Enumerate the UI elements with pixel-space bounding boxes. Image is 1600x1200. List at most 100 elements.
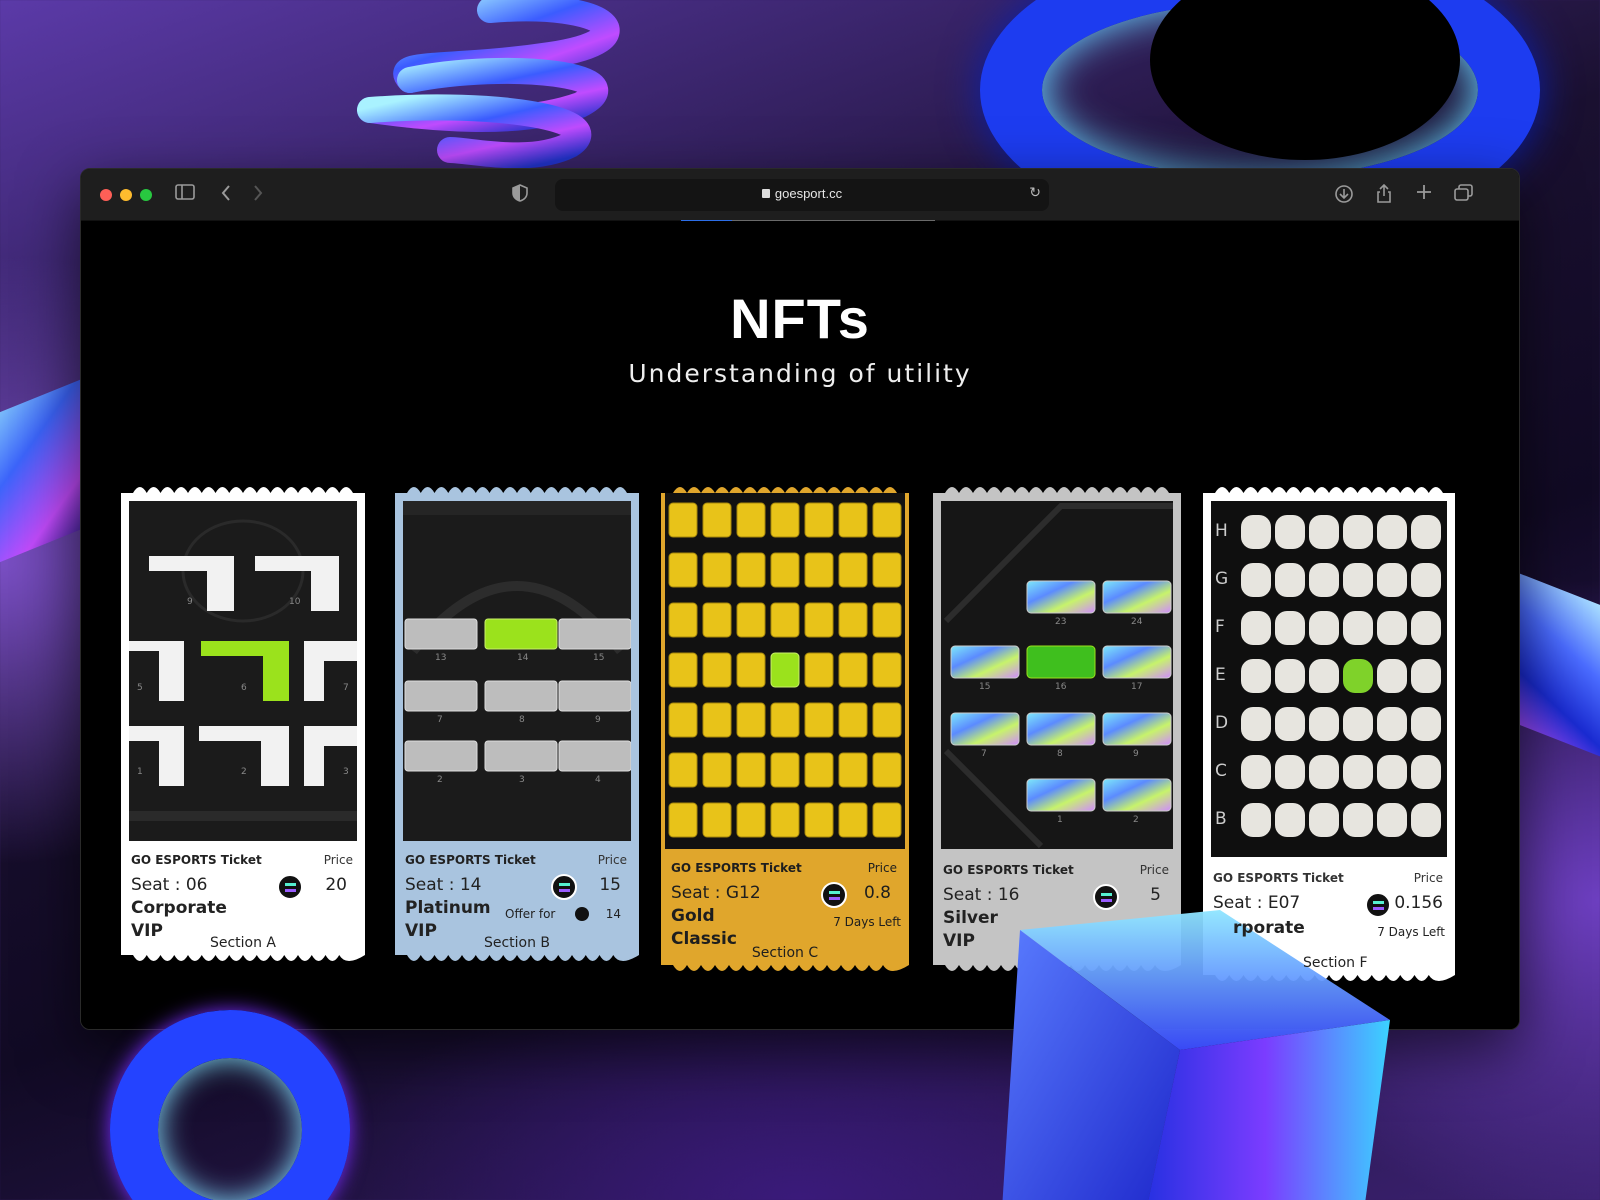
seat xyxy=(1309,563,1339,597)
price-label: Price xyxy=(1413,871,1443,885)
page-title: NFTs xyxy=(730,287,870,350)
seat xyxy=(1411,515,1441,549)
seat xyxy=(736,802,766,838)
seat-number: 2 xyxy=(241,767,247,777)
seat xyxy=(668,752,698,788)
tier-line-1: Platinum xyxy=(405,898,491,918)
row-letter: B xyxy=(1215,809,1227,829)
ticket-info: GO ESPORTS Ticket Price Seat : 14 15 Pla… xyxy=(395,847,639,955)
seat xyxy=(1309,707,1339,741)
seat xyxy=(838,752,868,788)
seat xyxy=(1377,563,1407,597)
ring-3d-decoration xyxy=(110,1010,350,1200)
tab-overview-icon[interactable] xyxy=(1453,184,1475,206)
nft-ticket-section-b[interactable]: 13 14 15 7 8 9 2 3 4 GO ESPORTS Ticket P… xyxy=(395,479,639,969)
row-letter: C xyxy=(1215,761,1227,781)
sidebar-toggle-icon[interactable] xyxy=(174,184,196,206)
address-bar[interactable]: goesport.cc ↻ xyxy=(555,179,1049,211)
ticket-title: GO ESPORTS Ticket xyxy=(131,853,262,867)
seat xyxy=(1275,611,1305,645)
page-subtitle: Understanding of utility xyxy=(628,359,972,388)
selected-seat xyxy=(770,652,800,688)
minimize-window-button[interactable] xyxy=(120,189,132,201)
seat xyxy=(770,602,800,638)
seat xyxy=(668,502,698,538)
seat xyxy=(804,602,834,638)
seat-number: 4 xyxy=(595,775,601,785)
row-letter: E xyxy=(1215,665,1226,685)
seat-number: 13 xyxy=(435,653,447,663)
ticket-title: GO ESPORTS Ticket xyxy=(671,861,802,875)
seat-number: 5 xyxy=(137,683,143,693)
seat-number: 24 xyxy=(1131,617,1143,627)
seat xyxy=(702,652,732,688)
seat-number: 3 xyxy=(343,767,349,777)
ticket-info: GO ESPORTS Ticket Price Seat : 06 20 Cor… xyxy=(121,847,365,955)
share-icon[interactable] xyxy=(1373,183,1395,206)
reload-icon[interactable]: ↻ xyxy=(1029,185,1041,201)
back-icon[interactable] xyxy=(215,184,237,206)
ticket-title: GO ESPORTS Ticket xyxy=(405,853,536,867)
seat xyxy=(872,552,902,588)
seat xyxy=(668,602,698,638)
price-label: Price xyxy=(867,861,897,875)
seat-number: 23 xyxy=(1055,617,1067,627)
seat xyxy=(872,702,902,738)
seat xyxy=(1343,611,1373,645)
ticket-info: GO ESPORTS Ticket Price Seat : E07 0.156… xyxy=(1203,863,1455,975)
nft-ticket-section-f[interactable]: H G F E D C B GO ESPORTS Ticket Price Se… xyxy=(1203,479,1455,989)
seat-number: 8 xyxy=(1057,749,1063,759)
tier-line-1: Gold xyxy=(671,906,715,926)
seat xyxy=(838,652,868,688)
offer-label: Offer for xyxy=(505,907,556,921)
seat xyxy=(1411,803,1441,837)
privacy-shield-icon[interactable] xyxy=(509,184,531,206)
seat-number: 7 xyxy=(343,683,349,693)
tier-line-1: rporate xyxy=(1233,918,1305,938)
solana-icon xyxy=(551,874,577,900)
seat xyxy=(872,802,902,838)
seat-map-graphic xyxy=(665,493,905,849)
seat xyxy=(1275,563,1305,597)
seat-map xyxy=(665,493,905,849)
seat xyxy=(804,552,834,588)
seat-label: Seat : G12 xyxy=(671,883,761,903)
section-label: Section B xyxy=(483,935,551,951)
offer-value: 14 xyxy=(605,907,621,921)
ticket-info: GO ESPORTS Ticket Price Seat : 16 5 Silv… xyxy=(933,855,1181,965)
seat-map: H G F E D C B xyxy=(1211,501,1447,857)
close-window-button[interactable] xyxy=(100,189,112,201)
nft-ticket-section-a[interactable]: 9 10 5 6 7 1 2 3 GO ESPORTS Ticket Price… xyxy=(121,479,365,969)
seat xyxy=(1377,707,1407,741)
price-label: Price xyxy=(323,853,353,867)
seat-number: 15 xyxy=(979,682,991,692)
ticket-info: GO ESPORTS Ticket Price Seat : G12 0.8 G… xyxy=(661,855,909,965)
browser-toolbar: goesport.cc ↻ xyxy=(81,169,1519,222)
seat xyxy=(872,652,902,688)
seat xyxy=(1411,563,1441,597)
seat xyxy=(1343,515,1373,549)
solana-icon xyxy=(1365,892,1391,918)
maximize-window-button[interactable] xyxy=(140,189,152,201)
seat xyxy=(1309,755,1339,789)
new-tab-icon[interactable] xyxy=(1413,184,1435,206)
download-icon[interactable] xyxy=(1333,184,1355,206)
seat xyxy=(838,502,868,538)
seat-label: Seat : E07 xyxy=(1213,893,1301,913)
nft-ticket-silver[interactable]: 23 24 15 16 17 7 8 9 1 2 GO ESPORTS Tick… xyxy=(933,479,1181,979)
section-label: Section C xyxy=(751,945,819,961)
seat-map-graphic xyxy=(941,501,1173,849)
lock-icon xyxy=(761,189,770,198)
seat-map: 13 14 15 7 8 9 2 3 4 xyxy=(403,501,631,841)
seat-number: 14 xyxy=(517,653,529,663)
forward-icon[interactable] xyxy=(247,184,269,206)
url-text: goesport.cc xyxy=(774,186,843,201)
price-value: 15 xyxy=(599,875,621,895)
seat-map-graphic xyxy=(1211,501,1447,857)
price-value: 5 xyxy=(1150,885,1161,905)
solana-icon xyxy=(1093,884,1119,910)
seat xyxy=(804,752,834,788)
nft-ticket-section-c[interactable]: GO ESPORTS Ticket Price Seat : G12 0.8 G… xyxy=(661,479,909,979)
seat xyxy=(702,602,732,638)
price-value: 0.8 xyxy=(863,883,891,903)
